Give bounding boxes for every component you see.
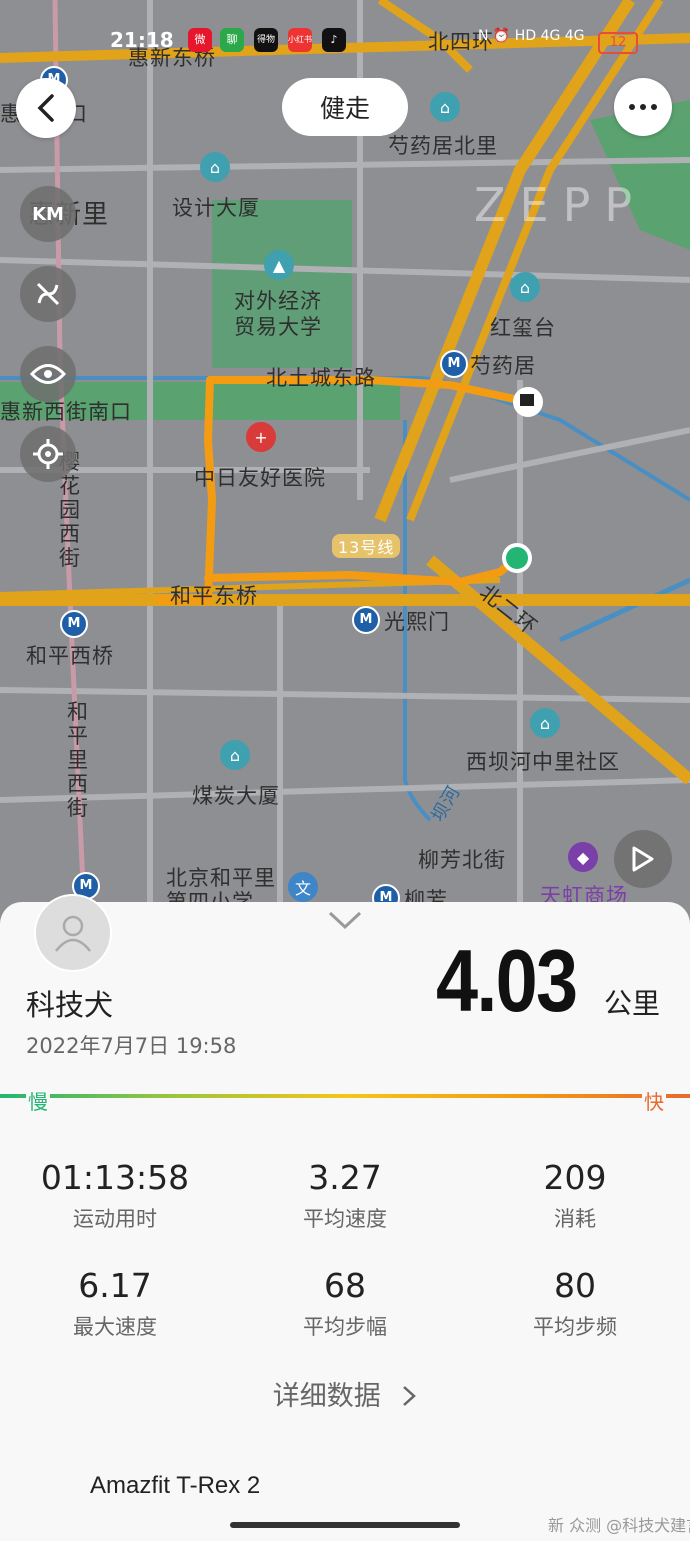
poi-pin-icon: ⌂ xyxy=(510,272,540,302)
stat-label: 运动用时 xyxy=(73,1207,157,1231)
stat-value: 3.27 xyxy=(308,1158,382,1197)
start-marker xyxy=(506,547,528,569)
school-pin-icon: ▲ xyxy=(264,250,294,280)
stat-label: 平均步幅 xyxy=(303,1315,387,1339)
dewu-icon: 得物 xyxy=(254,28,278,52)
home-indicator[interactable] xyxy=(230,1522,460,1528)
shop-pin-icon: ◆ xyxy=(568,842,598,872)
avatar[interactable] xyxy=(34,894,112,972)
hospital-pin-icon: + xyxy=(246,422,276,452)
stat-avg-speed: 3.27 平均速度 xyxy=(230,1158,460,1233)
map-label: 和平东桥 xyxy=(170,584,258,608)
chevron-right-icon xyxy=(403,1386,417,1406)
stat-value: 01:13:58 xyxy=(40,1158,190,1197)
map-label: 对外经济 贸易大学 xyxy=(234,289,322,339)
river-east xyxy=(558,577,690,643)
metro-line-label: 13号线 xyxy=(332,534,401,558)
stat-duration: 01:13:58 运动用时 xyxy=(0,1158,230,1233)
map-label: 和平西桥 xyxy=(26,644,114,668)
device-name: Amazfit T-Rex 2 xyxy=(90,1472,261,1499)
map-label: 设计大厦 xyxy=(172,196,260,220)
metro-station-icon: M xyxy=(60,610,88,638)
map-label: 芍药居 xyxy=(470,354,536,378)
distance-value: 4.03 xyxy=(436,931,578,1030)
xiaohongshu-icon: 小红书 xyxy=(288,28,312,52)
km-icon: KM xyxy=(32,203,64,225)
map-label: 柳芳北街 xyxy=(418,848,506,872)
map-label: 西坝河中里社区 xyxy=(466,750,620,774)
stat-value: 6.17 xyxy=(78,1266,152,1305)
play-replay-button[interactable] xyxy=(614,830,672,888)
poi-pin-icon: ⌂ xyxy=(200,152,230,182)
map-label: 红玺台 xyxy=(490,316,556,340)
stat-max-speed: 6.17 最大速度 xyxy=(0,1266,230,1341)
school-pin-icon: 文 xyxy=(288,872,318,902)
back-button[interactable] xyxy=(16,78,76,138)
minor-roads xyxy=(0,0,690,930)
tiktok-icon: ♪ xyxy=(322,28,346,52)
status-bar: 21:18 微 聊 得物 小红书 ♪ N ⏰ HD 4G 4G 12 xyxy=(0,22,690,58)
username: 科技犬 xyxy=(26,988,114,1022)
battery-indicator: 12 xyxy=(598,32,638,54)
activity-type-label: 健走 xyxy=(282,78,408,136)
detail-data-link[interactable]: 详细数据 xyxy=(0,1374,690,1413)
map-label: 和平里西街 xyxy=(67,700,89,820)
map-label: 芍药居北里 xyxy=(388,134,498,158)
map-canvas xyxy=(0,0,690,930)
workout-datetime: 2022年7月7日 19:58 xyxy=(26,1034,237,1058)
uibe-campus xyxy=(212,200,352,368)
metro-station-icon: M xyxy=(352,606,380,634)
km-marker-toggle[interactable]: KM xyxy=(20,186,76,242)
map-label: 中日友好医院 xyxy=(194,466,326,490)
speed-gradient-bar xyxy=(0,1094,690,1098)
system-indicators: N ⏰ HD 4G 4G xyxy=(478,28,585,44)
stat-label: 消耗 xyxy=(554,1207,596,1231)
user-icon xyxy=(55,915,91,952)
route-hide-icon xyxy=(36,282,60,306)
distance-unit: 公里 xyxy=(604,987,661,1020)
chat-icon: 聊 xyxy=(220,28,244,52)
stat-label: 平均速度 xyxy=(303,1207,387,1231)
source-watermark: 新 众测 @科技犬建言 xyxy=(548,1516,690,1535)
slow-label: 慢 xyxy=(26,1086,50,1115)
chevron-left-icon xyxy=(37,94,54,122)
map-label: 惠新西街南口 xyxy=(0,400,132,424)
stat-avg-cadence: 80 平均步频 xyxy=(460,1266,690,1341)
weibo-icon: 微 xyxy=(188,28,212,52)
eye-icon xyxy=(30,364,66,384)
status-time: 21:18 xyxy=(110,28,174,52)
play-icon xyxy=(632,846,654,872)
stat-calories: 209 消耗 xyxy=(460,1158,690,1233)
route-map[interactable]: 惠新东桥 北四环 惠新北口 惠新里 芍药居北里 设计大厦 对外经济 贸易大学 红… xyxy=(0,0,690,930)
map-label: 北土城东路 xyxy=(266,366,376,390)
map-label: 光熙门 xyxy=(384,610,450,634)
workout-summary-sheet: 科技犬 2022年7月7日 19:58 4.03 公里 慢 快 01:13:58… xyxy=(0,894,690,1541)
finish-flag-icon xyxy=(520,394,534,406)
more-dots-icon xyxy=(629,104,657,110)
stat-label: 最大速度 xyxy=(73,1315,157,1339)
fast-label: 快 xyxy=(642,1086,666,1115)
stat-label: 平均步频 xyxy=(533,1315,617,1339)
poi-pin-icon: ⌂ xyxy=(220,740,250,770)
stat-avg-stride: 68 平均步幅 xyxy=(230,1266,460,1341)
map-label: 煤炭大厦 xyxy=(192,784,280,808)
stat-value: 209 xyxy=(543,1158,607,1197)
collapse-chevron-icon[interactable] xyxy=(328,910,362,930)
locate-icon xyxy=(33,439,63,469)
poi-pin-icon: ⌂ xyxy=(430,92,460,122)
detail-data-label: 详细数据 xyxy=(272,1381,381,1412)
visibility-toggle[interactable] xyxy=(20,346,76,402)
stat-value: 80 xyxy=(554,1266,596,1305)
stat-value: 68 xyxy=(324,1266,366,1305)
zepp-watermark: ZEPP xyxy=(474,178,647,232)
more-button[interactable] xyxy=(614,78,672,136)
locate-button[interactable] xyxy=(20,426,76,482)
hide-route-toggle[interactable] xyxy=(20,266,76,322)
poi-pin-icon: ⌂ xyxy=(530,708,560,738)
metro-station-icon: M xyxy=(440,350,468,378)
